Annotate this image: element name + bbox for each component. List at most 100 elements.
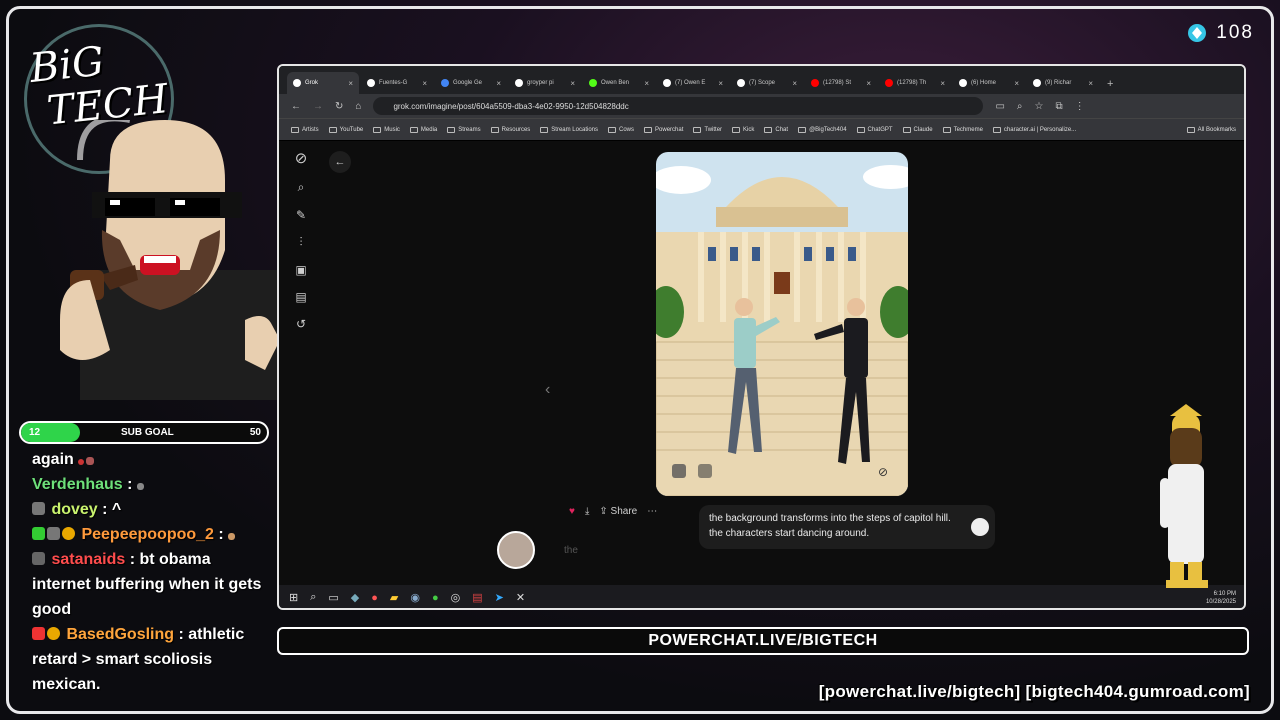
- imagine-icon[interactable]: ▣: [295, 263, 306, 277]
- tab-favicon-icon: [959, 79, 967, 87]
- app-icon[interactable]: ▤: [472, 591, 482, 604]
- browser-tab[interactable]: (12798) Th ×: [879, 72, 951, 94]
- folder-icon: [608, 126, 616, 133]
- taskbar-search-icon[interactable]: ⌕: [310, 591, 316, 604]
- extensions-icon[interactable]: ⧉: [1055, 101, 1062, 112]
- back-button[interactable]: ←: [329, 151, 351, 173]
- close-tab-icon[interactable]: ×: [1088, 79, 1093, 88]
- cast-icon[interactable]: ▭: [995, 101, 1004, 112]
- copilot-icon[interactable]: ◆: [351, 591, 359, 604]
- bookmark-item[interactable]: Claude: [902, 126, 933, 133]
- bookmark-label: Techmeme: [953, 126, 983, 133]
- close-tab-icon[interactable]: ×: [792, 79, 797, 88]
- emote-icon: [228, 533, 236, 540]
- file-explorer-icon[interactable]: ▰: [390, 591, 398, 604]
- close-tab-icon[interactable]: ×: [348, 79, 353, 88]
- voice-icon[interactable]: ⫶: [299, 235, 302, 250]
- history-icon[interactable]: ↺: [296, 317, 306, 331]
- browser-tab[interactable]: (9) Richar ×: [1027, 72, 1099, 94]
- browser-tab[interactable]: (7) Scope ×: [731, 72, 803, 94]
- new-tab-icon[interactable]: +: [1101, 78, 1119, 94]
- close-tab-icon[interactable]: ×: [1014, 79, 1019, 88]
- bookmark-item[interactable]: character.ai | Personalize...: [992, 126, 1076, 133]
- windows-start-icon[interactable]: ⊞: [289, 591, 298, 604]
- browser-tab[interactable]: (12798) St ×: [805, 72, 877, 94]
- previous-arrow-icon[interactable]: ‹: [545, 381, 550, 399]
- share-button[interactable]: ⇪ Share: [599, 506, 637, 517]
- post-actions: ♥ ⤓ ⇪ Share ⋯: [569, 506, 657, 517]
- bookmark-label: Powerchat: [655, 126, 684, 133]
- x-icon[interactable]: ✕: [516, 591, 525, 604]
- menu-icon[interactable]: ⋮: [1075, 101, 1085, 112]
- bookmark-item[interactable]: Kick: [732, 126, 754, 133]
- more-options-icon[interactable]: ⋯: [647, 506, 657, 517]
- like-heart-icon[interactable]: ♥: [569, 506, 575, 517]
- reload-icon[interactable]: ↻: [335, 101, 343, 112]
- search-icon[interactable]: ⌕: [298, 180, 305, 195]
- task-view-icon[interactable]: ▭: [328, 591, 338, 604]
- back-icon[interactable]: ←: [291, 101, 301, 112]
- sub-goal-label: SUB GOAL: [121, 427, 174, 438]
- tab-favicon-icon: [589, 79, 597, 87]
- grok-logo-icon[interactable]: ⊘: [295, 149, 308, 167]
- browser-tab[interactable]: Google Ge ×: [435, 72, 507, 94]
- steam-icon[interactable]: ◉: [410, 591, 420, 604]
- viewer-count-value: 108: [1216, 22, 1254, 43]
- close-tab-icon[interactable]: ×: [718, 79, 723, 88]
- projects-icon[interactable]: ▤: [295, 290, 306, 304]
- tab-favicon-icon: [737, 79, 745, 87]
- play-button[interactable]: [971, 518, 989, 536]
- tab-bar: Grok × Fuentes-G × Google Ge × groyper pi × Owen…: [279, 66, 1244, 94]
- bookmark-item[interactable]: Media: [409, 126, 437, 133]
- folder-icon: [540, 126, 549, 133]
- tab-favicon-icon: [293, 79, 301, 87]
- close-tab-icon[interactable]: ×: [644, 79, 649, 88]
- close-tab-icon[interactable]: ×: [570, 79, 575, 88]
- obs-icon[interactable]: ◎: [451, 591, 461, 604]
- chrome-icon[interactable]: ●: [432, 592, 439, 604]
- bookmark-item[interactable]: Twitter: [693, 126, 722, 133]
- browser-tab[interactable]: (7) Owen E ×: [657, 72, 729, 94]
- browser-tab[interactable]: (6) Home ×: [953, 72, 1025, 94]
- bookmark-label: ChatGPT: [867, 126, 893, 133]
- bookmark-item[interactable]: @BigTech404: [798, 126, 847, 133]
- close-tab-icon[interactable]: ×: [422, 79, 427, 88]
- url-field[interactable]: grok.com/imagine/post/604a5509-dba3-4e02…: [373, 97, 984, 115]
- browser-tab[interactable]: Fuentes-G ×: [361, 72, 433, 94]
- close-tab-icon[interactable]: ×: [866, 79, 871, 88]
- bookmark-item[interactable]: Stream Locations: [540, 126, 598, 133]
- edit-icon[interactable]: ✎: [296, 208, 306, 222]
- bookmark-label: YouTube: [339, 126, 364, 133]
- bookmark-item[interactable]: Chat: [764, 126, 788, 133]
- tab-label: Grok: [305, 80, 319, 86]
- bookmark-label: Artists: [302, 126, 319, 133]
- bookmark-item[interactable]: Techmeme: [942, 126, 983, 133]
- tab-label: (6) Home: [971, 80, 997, 86]
- app-icon[interactable]: ●: [371, 592, 378, 604]
- bookmark-star-icon[interactable]: ☆: [1035, 101, 1044, 112]
- generated-image: ⊘: [656, 152, 908, 496]
- bookmark-item[interactable]: Streams: [447, 126, 481, 133]
- download-icon[interactable]: ⤓: [585, 506, 589, 517]
- bookmark-item[interactable]: Cows: [608, 126, 634, 133]
- tab-label: (7) Scope: [749, 80, 776, 86]
- close-tab-icon[interactable]: ×: [496, 79, 501, 88]
- forward-icon[interactable]: →: [313, 101, 323, 112]
- home-icon[interactable]: ⌂: [355, 101, 361, 112]
- prompt-input[interactable]: the: [564, 545, 578, 556]
- bookmark-item[interactable]: Resources: [490, 126, 530, 133]
- close-tab-icon[interactable]: ×: [940, 79, 945, 88]
- browser-tab[interactable]: Owen Ben ×: [583, 72, 655, 94]
- bookmark-item[interactable]: Artists: [291, 126, 319, 133]
- browser-tab[interactable]: Grok ×: [287, 72, 359, 94]
- footer-links-text: [powerchat.live/bigtech] [bigtech404.gum…: [818, 682, 1250, 701]
- bookmark-item[interactable]: YouTube: [328, 126, 364, 133]
- bookmark-item[interactable]: All Bookmarks: [1186, 126, 1236, 133]
- bookmark-item[interactable]: Powerchat: [644, 126, 684, 133]
- bookmark-item[interactable]: ChatGPT: [856, 126, 893, 133]
- browser-tab[interactable]: groyper pi ×: [509, 72, 581, 94]
- folder-icon: [732, 126, 741, 133]
- telegram-icon[interactable]: ➤: [495, 591, 504, 604]
- bookmark-item[interactable]: Music: [373, 126, 400, 133]
- zoom-icon[interactable]: ⌕: [1017, 101, 1023, 112]
